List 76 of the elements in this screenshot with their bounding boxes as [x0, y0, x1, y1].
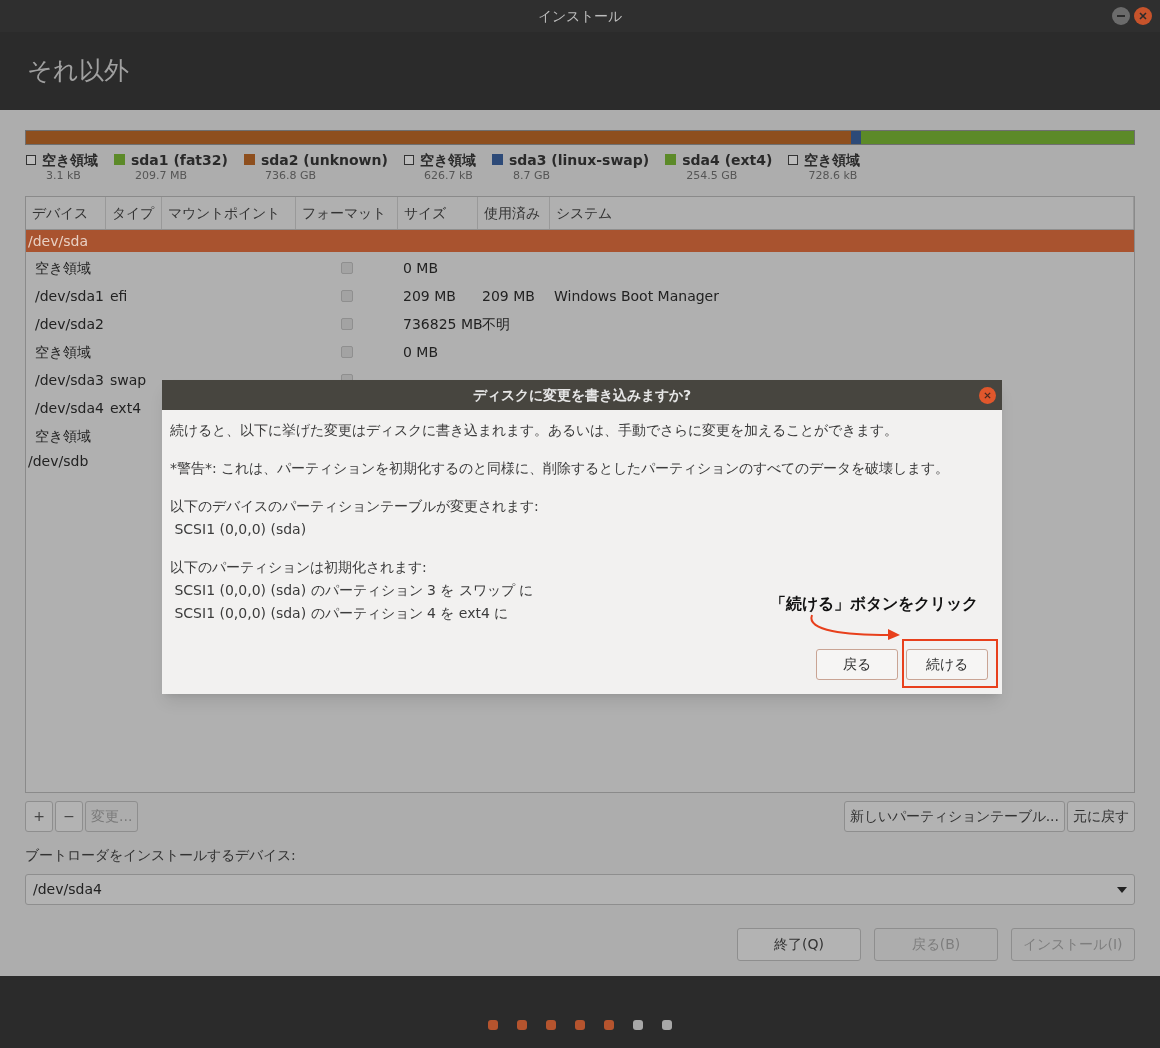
format-checkbox[interactable] [341, 290, 353, 302]
legend-label: 空き領域 [42, 151, 98, 169]
dialog-button[interactable]: 戻る [816, 649, 898, 680]
partition-row[interactable]: 空き領域 0 MB [26, 338, 1134, 366]
format-checkbox[interactable] [341, 318, 353, 330]
bootloader-label: ブートローダをインストールするデバイス: [25, 846, 297, 865]
page-heading: それ以外 [27, 55, 129, 88]
close-icon [1139, 12, 1147, 20]
legend-label: sda4 (ext4) [682, 151, 773, 169]
size-cell: 736825 MB [403, 315, 483, 332]
column-header[interactable]: サイズ [398, 197, 478, 229]
partition-row[interactable]: /dev/sda1 efi 209 MB 209 MB Windows Boot Manager [26, 282, 1134, 310]
device-cell-text: 空き領域 [34, 342, 92, 362]
legend-label: sda2 (unknown) [260, 151, 388, 169]
type-cell: ext4 [110, 399, 142, 416]
legend-label: sda3 (linux-swap) [508, 151, 650, 169]
disk-row[interactable]: /dev/sda [26, 230, 1134, 252]
used-cell: 不明 [482, 315, 510, 332]
free-space-swatch [788, 155, 799, 165]
minimize-button[interactable] [1112, 7, 1130, 25]
device-cell-text: /dev/sda2 [34, 314, 105, 334]
format-checkbox[interactable] [341, 262, 353, 274]
column-header[interactable]: マウントポイント [162, 197, 296, 229]
dropdown-caret-icon [1117, 886, 1127, 893]
legend-label: 空き領域 [419, 151, 476, 169]
legend-size: 626.7 kB [422, 169, 474, 183]
table-action-button[interactable]: 元に戻す [1067, 801, 1135, 832]
free-space-swatch [26, 155, 36, 165]
device-cell-text: /dev/sda3 [34, 370, 105, 390]
bootloader-dropdown[interactable]: /dev/sda4 [25, 874, 1135, 905]
dialog-button[interactable]: 続ける [906, 649, 988, 680]
legend-size: 209.7 MB [134, 169, 189, 183]
used-cell: 209 MB [482, 287, 535, 304]
column-header[interactable]: システム [550, 197, 1134, 229]
dialog-text: 以下のパーティションは初期化されます: [170, 558, 427, 577]
format-checkbox[interactable] [341, 346, 353, 358]
device-cell-text: 空き領域 [34, 258, 92, 278]
size-cell: 209 MB [403, 287, 456, 304]
navigation-button[interactable]: 終了(Q) [737, 928, 861, 961]
partition-row[interactable]: 空き領域 0 MB [26, 254, 1134, 282]
dialog-text: 以下のデバイスのパーティションテーブルが変更されます: [170, 497, 539, 516]
dialog-text: SCSI1 (0,0,0) (sda) [173, 520, 307, 539]
device-cell-text: /dev/sda4 [34, 398, 105, 418]
close-icon [984, 392, 991, 399]
window-title: インストール [538, 6, 622, 26]
dialog-close-button[interactable] [979, 387, 996, 404]
partition-row[interactable]: /dev/sda2 736825 MB不明 [26, 310, 1134, 338]
dialog-text: 続けると、以下に挙げた変更はディスクに書き込まれます。あるいは、手動でさらに変更を加えることができます。 [170, 421, 898, 440]
disk-device-cell-text: /dev/sda [28, 231, 88, 251]
dialog-title: ディスクに変更を書き込みますか? [472, 385, 692, 405]
close-button[interactable] [1134, 7, 1152, 25]
column-header[interactable]: 使用済み [478, 197, 550, 229]
free-space-swatch [403, 155, 414, 165]
dialog-text: SCSI1 (0,0,0) (sda) のパーティション 3 を スワップ に [173, 581, 534, 600]
legend-size: 728.6 kB [807, 169, 859, 183]
size-cell: 0 MB [403, 343, 439, 360]
type-cell: swap [110, 371, 147, 388]
column-header[interactable]: フォーマット [296, 197, 398, 229]
type-cell: efi [110, 287, 128, 304]
legend-label: sda1 (fat32) [131, 151, 228, 169]
device-cell-text: /dev/sda1 [34, 286, 105, 306]
partition-tool-button[interactable]: + [25, 801, 53, 832]
column-header[interactable]: タイプ [106, 197, 162, 229]
legend-size: 3.1 kB [45, 169, 82, 183]
dialog-text: SCSI1 (0,0,0) (sda) のパーティション 4 を ext4 に [173, 604, 509, 623]
legend-size: 736.8 GB [263, 169, 317, 183]
legend-label: 空き領域 [804, 151, 861, 169]
legend-size: 8.7 GB [511, 169, 551, 183]
legend-size: 254.5 GB [685, 169, 739, 183]
dialog-text: *警告*: これは、パーティションを初期化するのと同様に、削除するとしたパーティションのすべてのデータを破壊します。 [170, 459, 950, 478]
table-action-button[interactable]: 新しいパーティションテーブル... [843, 801, 1065, 832]
size-cell: 0 MB [403, 259, 439, 276]
annotation-label: 「続ける」ボタンをクリック [770, 593, 978, 615]
system-cell: Windows Boot Manager [554, 287, 719, 304]
column-header[interactable]: デバイス [26, 197, 106, 229]
partition-tool-button[interactable]: − [55, 801, 83, 832]
